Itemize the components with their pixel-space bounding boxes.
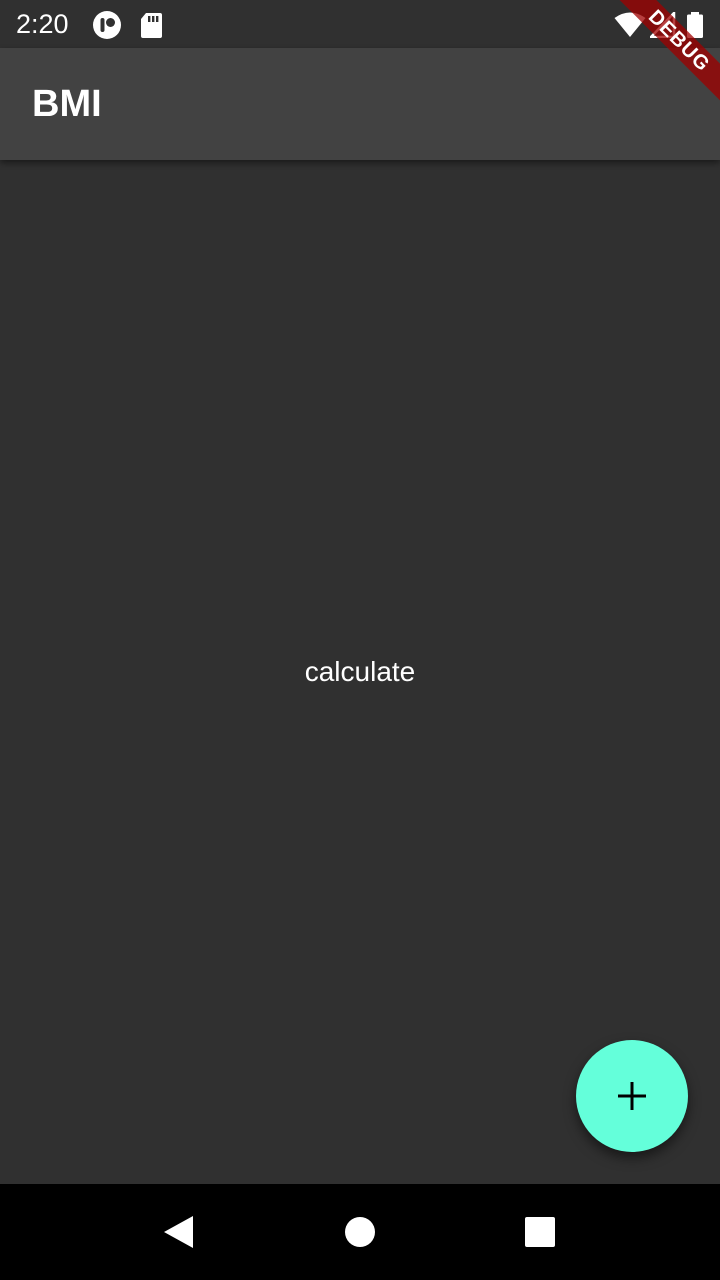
- app-screen: 2:20 BMI calculate DEBUG: [0, 0, 720, 1280]
- system-nav-bar: [0, 1184, 720, 1280]
- app-bar: BMI: [0, 48, 720, 160]
- calculate-text: calculate: [304, 656, 416, 687]
- back-button[interactable]: [150, 1202, 210, 1262]
- home-icon: [345, 1217, 375, 1247]
- status-time: 2:20: [16, 9, 69, 39]
- status-bar: 2:20: [0, 0, 720, 48]
- cellular-signal-icon: [648, 9, 676, 39]
- sd-card-icon: [138, 10, 168, 40]
- wifi-icon: [614, 12, 646, 38]
- add-fab-button[interactable]: [576, 1040, 688, 1152]
- notification-app-icon: [92, 10, 122, 40]
- recents-button[interactable]: [510, 1202, 570, 1262]
- home-button[interactable]: [330, 1202, 390, 1262]
- recents-icon: [525, 1217, 555, 1247]
- back-icon: [164, 1216, 193, 1248]
- battery-icon: [686, 12, 704, 38]
- page-title: BMI: [32, 83, 102, 125]
- main-content: calculate: [0, 160, 720, 1184]
- add-icon: [618, 1082, 646, 1110]
